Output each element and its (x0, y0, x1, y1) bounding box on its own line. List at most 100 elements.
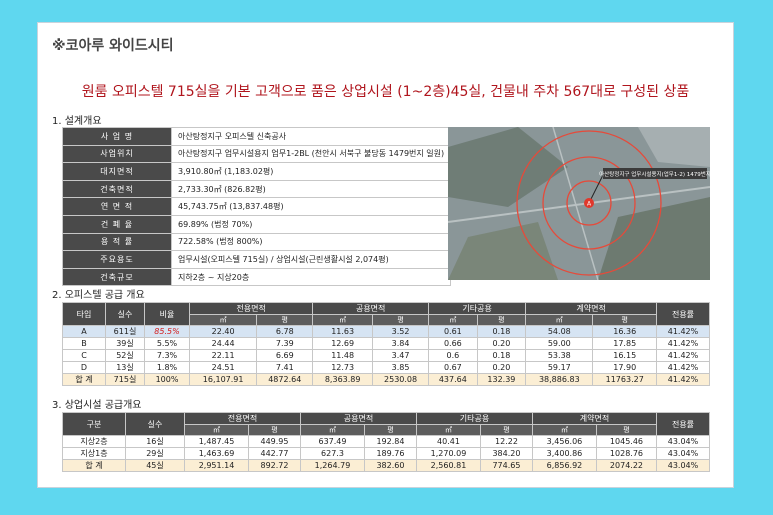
table-cell: 1,463.69 (184, 447, 249, 460)
spec-row: 사 업 명 아산탕정지구 오피스텔 신축공사 (62, 127, 452, 146)
sub-py: 평 (595, 424, 658, 436)
table-cell: 774.65 (479, 459, 533, 472)
table-cell: 2074.22 (595, 459, 658, 472)
table-cell: 6.69 (256, 349, 314, 362)
table-cell: 합 계 (62, 459, 126, 472)
table-cell: 16.15 (592, 349, 657, 362)
table-cell: 442.77 (248, 447, 301, 460)
table-cell: D (62, 361, 106, 374)
table-cell: 54.08 (525, 325, 594, 338)
table-cell: 45실 (125, 459, 185, 472)
table-cell: 100% (144, 373, 190, 386)
table-cell: 6.78 (256, 325, 314, 338)
table-cell: 189.76 (363, 447, 417, 460)
table-cell: 3.52 (372, 325, 430, 338)
table-cell: 611실 (105, 325, 145, 338)
table-cell: 0.61 (428, 325, 478, 338)
spec-value: 지하2층 ~ 지상20층 (170, 267, 452, 287)
table-row: C 52실 7.3% 22.11 6.69 11.48 3.47 0.6 0.18 53.38 16… (62, 349, 710, 362)
spec-key: 용 적 률 (62, 232, 172, 252)
table-cell: 2,560.81 (415, 459, 481, 472)
table-cell: 3.85 (372, 361, 430, 374)
spec-row: 사업위치 아산탕정지구 업무시설용지 업무1-2BL (천안시 서북구 불당동 1… (62, 144, 452, 164)
col-other: 기타공용 (428, 302, 527, 315)
table-cell: A (62, 325, 106, 338)
total-row: 합 계 45실 2,951.14 892.72 1,264.79 382.60 2,560.… (62, 459, 710, 472)
table-cell: 41.42% (656, 349, 710, 362)
table-cell: 11763.27 (592, 373, 657, 386)
sub-py: 평 (476, 314, 527, 326)
sub-sqm: ㎡ (188, 314, 258, 326)
table-cell: 43.04% (656, 459, 710, 472)
table-cell: 0.66 (428, 337, 478, 350)
map-label: 아산탕정지구 업무시설용지(업무1-2) 1479번지 (599, 170, 710, 178)
spec-key: 대지면적 (62, 162, 172, 181)
table-cell: 1.8% (144, 361, 190, 374)
table-cell: 637.49 (299, 435, 365, 448)
table-cell: 0.18 (476, 349, 527, 362)
sub-py: 평 (248, 424, 301, 436)
col-contract: 계약면적 (525, 302, 657, 315)
table-cell: 43.04% (656, 447, 710, 460)
officetel-supply-table: 타입 실수 비율 전용면적 공용면적 기타공용 계약면적 전용률 ㎡ 평 ㎡ 평… (62, 302, 710, 386)
table-cell: 17.85 (592, 337, 657, 350)
col-units: 실수 (105, 302, 145, 326)
spec-row: 대지면적 3,910.80㎡ (1,183.02평) (62, 162, 452, 181)
table-cell: 59.17 (525, 361, 594, 374)
sub-py: 평 (363, 424, 417, 436)
spec-row: 연 면 적 45,743.75㎡ (13,837.48평) (62, 197, 452, 216)
table-cell: 12.69 (312, 337, 374, 350)
spec-key: 사업위치 (62, 144, 172, 164)
sub-sqm: ㎡ (184, 424, 249, 436)
section-officetel-title: 2. 오피스텔 공급 개요 (52, 290, 145, 301)
table-cell: 53.38 (525, 349, 594, 362)
table-cell: 16.36 (592, 325, 657, 338)
spec-row: 주요용도 업무시설(오피스텔 715실) / 상업시설(근린생활시설 2,074평… (62, 250, 452, 269)
table-cell: 85.5% (144, 325, 190, 338)
sub-py: 평 (372, 314, 430, 326)
col-exclusive: 전용면적 (188, 302, 314, 315)
table-cell: 7.39 (256, 337, 314, 350)
table-cell: 715실 (105, 373, 145, 386)
table-cell: 1,270.09 (415, 447, 481, 460)
document-card: ※코아루 와이드시티 원룸 오피스텔 715실을 기본 고객으로 품은 상업시설… (37, 22, 734, 488)
sub-sqm: ㎡ (312, 314, 374, 326)
spec-row: 건축규모 지하2층 ~ 지상20층 (62, 267, 452, 287)
headline: 원룸 오피스텔 715실을 기본 고객으로 품은 상업시설 (1~2층)45실,… (81, 84, 690, 100)
table-cell: C (62, 349, 106, 362)
table-cell: 41.42% (656, 373, 710, 386)
table-cell: 1045.46 (595, 435, 658, 448)
sub-sqm: ㎡ (299, 424, 365, 436)
table-cell: 41.42% (656, 337, 710, 350)
table-cell: 192.84 (363, 435, 417, 448)
table-cell: 132.39 (476, 373, 527, 386)
table-cell: 449.95 (248, 435, 301, 448)
table-cell: 22.40 (188, 325, 258, 338)
table-cell: 11.48 (312, 349, 374, 362)
table-cell: B (62, 337, 106, 350)
table-cell: 5.5% (144, 337, 190, 350)
col-common: 공용면적 (312, 302, 430, 315)
table-cell: 437.64 (428, 373, 478, 386)
table-cell: 12.22 (479, 435, 533, 448)
spec-row: 용 적 률 722.58% (법정 800%) (62, 232, 452, 252)
table-cell: 4872.64 (256, 373, 314, 386)
spec-value: 722.58% (법정 800%) (170, 232, 452, 252)
table-cell: 892.72 (248, 459, 301, 472)
col-common: 공용면적 (299, 412, 417, 425)
table-cell: 12.73 (312, 361, 374, 374)
table-cell: 지상2층 (62, 435, 126, 448)
table-cell: 0.67 (428, 361, 478, 374)
col-contract: 계약면적 (531, 412, 658, 425)
design-spec-table: 사 업 명 아산탕정지구 오피스텔 신축공사 사업위치 아산탕정지구 업무시설용지 업… (62, 127, 452, 287)
col-ratio: 비율 (144, 302, 190, 326)
table-cell: 3,456.06 (531, 435, 597, 448)
sub-sqm: ㎡ (415, 424, 481, 436)
spec-key: 건축규모 (62, 267, 172, 287)
table-cell: 13실 (105, 361, 145, 374)
col-rate: 전용률 (656, 412, 710, 436)
sub-sqm: ㎡ (531, 424, 597, 436)
spec-value: 69.89% (법정 70%) (170, 214, 452, 234)
table-cell: 382.60 (363, 459, 417, 472)
table-cell: 384.20 (479, 447, 533, 460)
